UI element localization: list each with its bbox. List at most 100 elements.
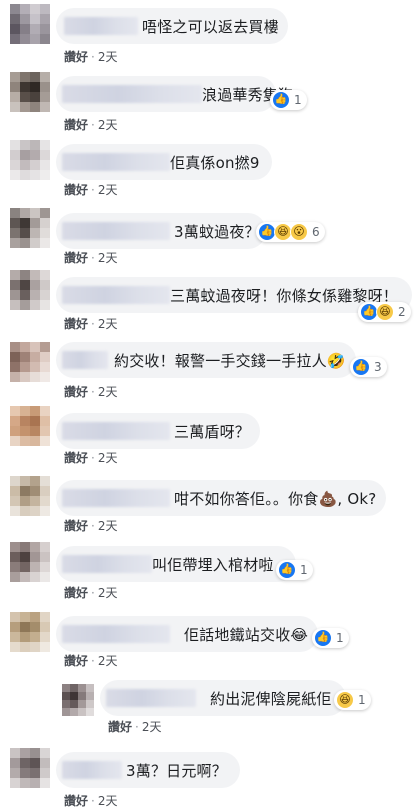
reaction-count: 1 [294, 93, 302, 107]
comment-bubble: 咁不如你答佢。。你食💩, Ok? [56, 480, 386, 516]
comment-item: 三萬蚊過夜呀！你條女係雞黎呀！ 👍 😆 2 讚好 · 2天 [0, 270, 420, 340]
comment-meta: 讚好 · 2天 [64, 652, 117, 669]
timestamp[interactable]: 2天 [142, 720, 162, 734]
commenter-name[interactable] [62, 761, 122, 779]
reaction-summary[interactable]: 👍 3 [350, 357, 387, 377]
timestamp[interactable]: 2天 [98, 118, 118, 132]
like-link[interactable]: 讚好 [64, 183, 88, 197]
like-link[interactable]: 讚好 [64, 251, 88, 265]
reaction-summary[interactable]: 👍 1 [312, 628, 349, 648]
timestamp[interactable]: 2天 [98, 586, 118, 600]
commenter-name[interactable] [64, 17, 138, 35]
comment-bubble: 約交收！報警一手交錢一手拉人🤣 [56, 342, 356, 378]
meta-separator: · [91, 519, 95, 533]
comment-item: 咁不如你答佢。。你食💩, Ok? 讚好 · 2天 [0, 472, 420, 540]
comment-text: 咁不如你答佢。。你食💩, Ok? [174, 489, 377, 508]
meta-separator: · [91, 50, 95, 64]
avatar[interactable] [10, 72, 50, 112]
reaction-summary[interactable]: 😆 1 [334, 690, 371, 710]
avatar[interactable] [10, 476, 50, 516]
commenter-name[interactable] [62, 625, 170, 643]
wow-icon: 😮 [290, 223, 308, 241]
reaction-summary[interactable]: 👍 1 [276, 560, 313, 580]
timestamp[interactable]: 2天 [98, 317, 118, 331]
haha-icon: 😆 [336, 691, 354, 709]
meta-separator: · [91, 794, 95, 808]
comment-meta: 讚好 · 2天 [64, 181, 117, 198]
avatar[interactable] [10, 270, 50, 310]
avatar[interactable] [10, 612, 50, 652]
comment-bubble: 3萬蚊過夜？ [56, 213, 266, 249]
reaction-count: 3 [374, 360, 382, 374]
timestamp[interactable]: 2天 [98, 654, 118, 668]
avatar[interactable] [10, 542, 50, 582]
comment-text: 約交收！報警一手交錢一手拉人🤣 [114, 351, 346, 370]
comment-text: 唔怪之可以返去買樓 [142, 17, 279, 36]
like-link[interactable]: 讚好 [64, 118, 88, 132]
comment-item: 唔怪之可以返去買樓 讚好 · 2天 [0, 0, 420, 68]
commenter-name[interactable] [62, 555, 152, 573]
commenter-name[interactable] [106, 689, 196, 707]
like-link[interactable]: 讚好 [108, 720, 132, 734]
meta-separator: · [91, 183, 95, 197]
like-link[interactable]: 讚好 [64, 317, 88, 331]
comment-text: 佢真係on撚9 [170, 153, 260, 172]
comment-item: 佢真係on撚9 讚好 · 2天 [0, 136, 420, 204]
reaction-count: 2 [398, 305, 406, 319]
commenter-name[interactable] [62, 153, 170, 171]
comment-bubble: 叫佢帶埋入棺材啦 [56, 546, 296, 582]
comment-meta: 讚好 · 2天 [64, 792, 117, 809]
like-icon: 👍 [352, 358, 370, 376]
reaction-summary[interactable]: 👍 1 [270, 90, 307, 110]
meta-separator: · [91, 251, 95, 265]
avatar[interactable] [10, 406, 50, 446]
commenter-name[interactable] [62, 489, 170, 507]
timestamp[interactable]: 2天 [98, 50, 118, 64]
reaction-summary[interactable]: 👍 😆 😮 6 [256, 222, 325, 242]
comment-bubble: 3萬？日元啊？ [56, 752, 240, 788]
timestamp[interactable]: 2天 [98, 385, 118, 399]
reaction-summary[interactable]: 👍 😆 2 [358, 302, 411, 322]
avatar[interactable] [10, 342, 50, 382]
comment-meta: 讚好 · 2天 [64, 383, 117, 400]
like-link[interactable]: 讚好 [64, 50, 88, 64]
reaction-count: 1 [358, 693, 366, 707]
comment-bubble: 佢話地鐵站交收😂 [56, 616, 318, 652]
timestamp[interactable]: 2天 [98, 794, 118, 808]
comment-item: 約交收！報警一手交錢一手拉人🤣 👍 3 讚好 · 2天 [0, 340, 420, 404]
like-link[interactable]: 讚好 [64, 451, 88, 465]
avatar[interactable] [10, 4, 50, 44]
comment-item: 3萬？日元啊？ 讚好 · 2天 [0, 740, 420, 810]
like-link[interactable]: 讚好 [64, 794, 88, 808]
like-icon: 👍 [278, 561, 296, 579]
avatar[interactable] [10, 208, 50, 248]
like-link[interactable]: 讚好 [64, 586, 88, 600]
commenter-name[interactable] [62, 351, 108, 369]
like-link[interactable]: 讚好 [64, 519, 88, 533]
commenter-name[interactable] [62, 222, 170, 240]
avatar[interactable] [10, 140, 50, 180]
avatar[interactable] [62, 684, 94, 716]
meta-separator: · [91, 118, 95, 132]
comment-text: 3萬蚊過夜？ [174, 222, 260, 241]
meta-separator: · [91, 385, 95, 399]
avatar[interactable] [10, 748, 50, 788]
comment-meta: 讚好 · 2天 [64, 315, 117, 332]
timestamp[interactable]: 2天 [98, 183, 118, 197]
commenter-name[interactable] [62, 422, 170, 440]
timestamp[interactable]: 2天 [98, 451, 118, 465]
comment-item: 佢話地鐵站交收😂 👍 1 讚好 · 2天 [0, 608, 420, 678]
comment-list: 唔怪之可以返去買樓 讚好 · 2天 浪過華秀隻狗 👍 1 讚好 · 2天 佢真係… [0, 0, 420, 810]
meta-separator: · [91, 654, 95, 668]
meta-separator: · [91, 317, 95, 331]
timestamp[interactable]: 2天 [98, 251, 118, 265]
reaction-count: 6 [312, 225, 320, 239]
comment-meta: 讚好 · 2天 [108, 718, 161, 735]
comment-text: 3萬？日元啊？ [126, 761, 227, 780]
commenter-name[interactable] [62, 286, 170, 304]
timestamp[interactable]: 2天 [98, 519, 118, 533]
like-link[interactable]: 讚好 [64, 654, 88, 668]
commenter-name[interactable] [62, 85, 202, 103]
like-link[interactable]: 讚好 [64, 385, 88, 399]
reaction-count: 1 [336, 631, 344, 645]
